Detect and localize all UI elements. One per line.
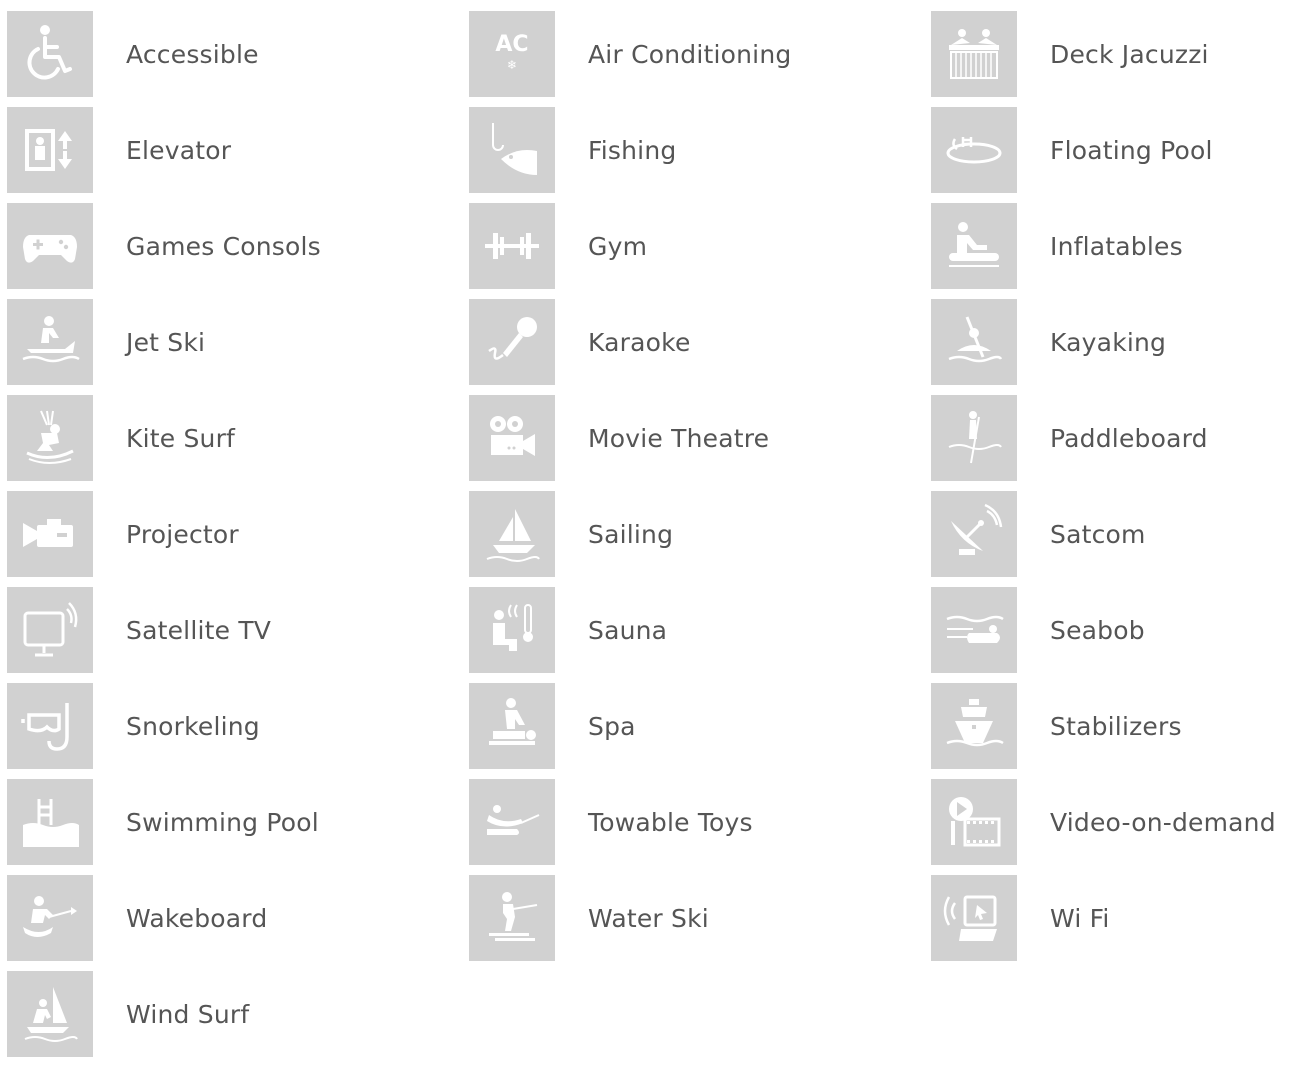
- amenity-label: Games Consols: [126, 232, 321, 261]
- amenity-label: Video-on-demand: [1050, 808, 1276, 837]
- amenity-kite-surf: Kite Surf: [7, 395, 469, 491]
- amenity-label: Movie Theatre: [588, 424, 770, 453]
- amenity-label: Swimming Pool: [126, 808, 319, 837]
- amenity-jet-ski: Jet Ski: [7, 299, 469, 395]
- amenity-sailing: Sailing: [469, 491, 931, 587]
- amenity-label: Seabob: [1050, 616, 1145, 645]
- satellite-tv-icon: [7, 587, 93, 673]
- water-ski-icon: [469, 875, 555, 961]
- amenity-satellite-tv: Satellite TV: [7, 587, 469, 683]
- kayak-icon: [931, 299, 1017, 385]
- amenity-label: Inflatables: [1050, 232, 1183, 261]
- amenity-label: Sauna: [588, 616, 668, 645]
- amenity-label: Water Ski: [588, 904, 709, 933]
- amenity-inflatables: Inflatables: [931, 203, 1311, 299]
- massage-icon: [469, 683, 555, 769]
- amenity-label: Snorkeling: [126, 712, 260, 741]
- amenity-label: Kite Surf: [126, 424, 236, 453]
- amenity-stabilizers: Stabilizers: [931, 683, 1311, 779]
- amenity-label: Fishing: [588, 136, 677, 165]
- wifi-laptop-icon: [931, 875, 1017, 961]
- amenity-fishing: Fishing: [469, 107, 931, 203]
- amenity-label: Gym: [588, 232, 648, 261]
- deck-jacuzzi-icon: [931, 11, 1017, 97]
- amenity-label: Paddleboard: [1050, 424, 1208, 453]
- elevator-icon: [7, 107, 93, 193]
- amenity-wind-surf: Wind Surf: [7, 971, 469, 1067]
- amenities-grid: Accessible AC ❄ Air Conditioning Deck Ja…: [7, 11, 1311, 1067]
- amenity-movie-theatre: Movie Theatre: [469, 395, 931, 491]
- stabilizer-ship-icon: [931, 683, 1017, 769]
- inflatables-icon: [931, 203, 1017, 289]
- amenity-water-ski: Water Ski: [469, 875, 931, 971]
- swimming-pool-icon: [7, 779, 93, 865]
- sauna-icon: [469, 587, 555, 673]
- amenity-label: Jet Ski: [126, 328, 206, 357]
- windsurf-icon: [7, 971, 93, 1057]
- amenity-label: Air Conditioning: [588, 40, 792, 69]
- amenity-snorkeling: Snorkeling: [7, 683, 469, 779]
- amenity-swimming-pool: Swimming Pool: [7, 779, 469, 875]
- floating-pool-icon: [931, 107, 1017, 193]
- svg-text:❄: ❄: [507, 58, 517, 72]
- amenity-video-on-demand: Video-on-demand: [931, 779, 1311, 875]
- amenity-wakeboard: Wakeboard: [7, 875, 469, 971]
- snorkel-mask-icon: [7, 683, 93, 769]
- amenity-label: Towable Toys: [588, 808, 753, 837]
- amenity-elevator: Elevator: [7, 107, 469, 203]
- amenity-label: Karaoke: [588, 328, 691, 357]
- amenity-projector: Projector: [7, 491, 469, 587]
- amenity-towable-toys: Towable Toys: [469, 779, 931, 875]
- amenity-label: Accessible: [126, 40, 259, 69]
- movie-camera-icon: [469, 395, 555, 481]
- amenity-spa: Spa: [469, 683, 931, 779]
- amenity-label: Satcom: [1050, 520, 1146, 549]
- wheelchair-icon: [7, 11, 93, 97]
- amenity-gym: Gym: [469, 203, 931, 299]
- amenity-air-conditioning: AC ❄ Air Conditioning: [469, 11, 931, 107]
- amenity-seabob: Seabob: [931, 587, 1311, 683]
- amenity-deck-jacuzzi: Deck Jacuzzi: [931, 11, 1311, 107]
- svg-text:AC: AC: [495, 32, 528, 57]
- amenity-label: Deck Jacuzzi: [1050, 40, 1209, 69]
- amenity-label: Wind Surf: [126, 1000, 250, 1029]
- amenity-kayaking: Kayaking: [931, 299, 1311, 395]
- game-controller-icon: [7, 203, 93, 289]
- amenity-wi-fi: Wi Fi: [931, 875, 1311, 971]
- amenity-floating-pool: Floating Pool: [931, 107, 1311, 203]
- sailboat-icon: [469, 491, 555, 577]
- amenity-satcom: Satcom: [931, 491, 1311, 587]
- amenity-label: Wi Fi: [1050, 904, 1110, 933]
- satellite-dish-icon: [931, 491, 1017, 577]
- amenity-label: Spa: [588, 712, 636, 741]
- amenity-label: Kayaking: [1050, 328, 1167, 357]
- amenity-label: Stabilizers: [1050, 712, 1182, 741]
- amenity-label: Sailing: [588, 520, 674, 549]
- microphone-icon: [469, 299, 555, 385]
- air-conditioning-icon: AC ❄: [469, 11, 555, 97]
- amenity-label: Elevator: [126, 136, 232, 165]
- amenity-sauna: Sauna: [469, 587, 931, 683]
- dumbbell-icon: [469, 203, 555, 289]
- amenity-games-consols: Games Consols: [7, 203, 469, 299]
- amenity-paddleboard: Paddleboard: [931, 395, 1311, 491]
- video-on-demand-icon: [931, 779, 1017, 865]
- wakeboard-icon: [7, 875, 93, 961]
- towable-toy-icon: [469, 779, 555, 865]
- paddleboard-icon: [931, 395, 1017, 481]
- amenity-label: Satellite TV: [126, 616, 272, 645]
- kite-surf-icon: [7, 395, 93, 481]
- jet-ski-icon: [7, 299, 93, 385]
- amenity-label: Floating Pool: [1050, 136, 1213, 165]
- amenity-accessible: Accessible: [7, 11, 469, 107]
- projector-icon: [7, 491, 93, 577]
- amenity-karaoke: Karaoke: [469, 299, 931, 395]
- amenity-label: Projector: [126, 520, 239, 549]
- seabob-icon: [931, 587, 1017, 673]
- amenity-label: Wakeboard: [126, 904, 268, 933]
- fishing-icon: [469, 107, 555, 193]
